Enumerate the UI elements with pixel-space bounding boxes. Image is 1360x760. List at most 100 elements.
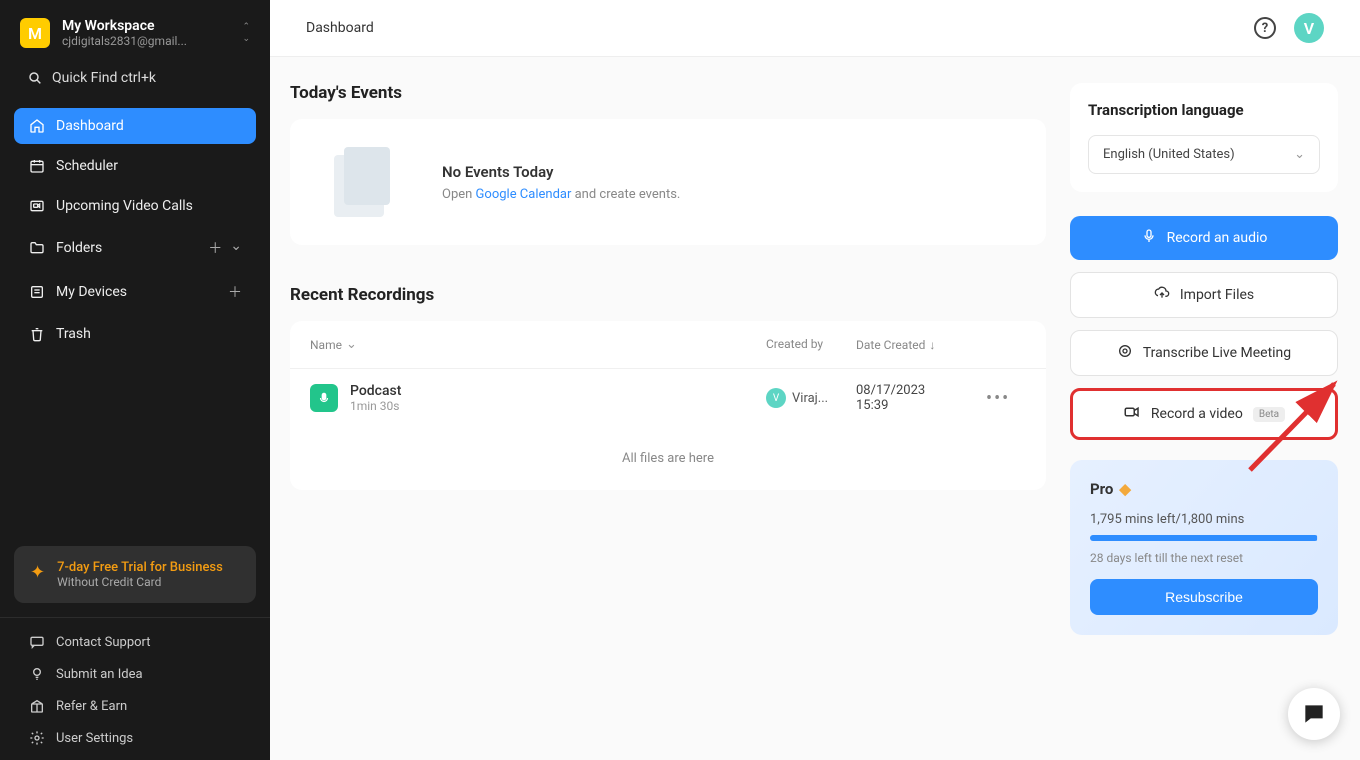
pro-usage: 1,795 mins left/1,800 mins [1090,512,1318,527]
sidebar-item-label: Folders [56,240,198,256]
video-call-icon [28,198,46,214]
sort-down-icon: ↓ [929,338,935,352]
workspace-name: My Workspace [62,18,230,34]
chevron-down-icon: ⌄ [346,337,357,352]
add-device-icon[interactable]: ＋ [228,282,242,302]
trial-subtitle: Without Credit Card [57,575,223,589]
file-type-icon [310,384,338,412]
events-section-title: Today's Events [290,83,1046,103]
footer-label: Submit an Idea [56,667,143,682]
import-files-button[interactable]: Import Files [1070,272,1338,318]
main-area: Dashboard ? V Today's Events No Events T… [270,0,1360,760]
gift-icon [28,698,46,714]
quick-find-button[interactable]: Quick Find ctrl+k [14,62,256,94]
sidebar-item-folders[interactable]: Folders ＋ ⌄ [14,228,256,268]
sidebar-item-scheduler[interactable]: Scheduler [14,148,256,184]
table-header: Name ⌄ Created by Date Created ↓ [290,321,1046,369]
crown-icon: ◆ [1119,480,1131,498]
footer-idea[interactable]: Submit an Idea [14,658,256,690]
footer-label: Contact Support [56,635,151,650]
creator-avatar: V [766,388,786,408]
sidebar-item-trash[interactable]: Trash [14,316,256,352]
sidebar-item-label: Dashboard [56,118,124,134]
events-empty-subtitle: Open Google Calendar and create events. [442,187,680,202]
help-icon[interactable]: ? [1254,17,1276,39]
footer-refer[interactable]: Refer & Earn [14,690,256,722]
sparkle-icon: ✦ [30,562,45,589]
page-title: Dashboard [306,20,374,36]
bulb-icon [28,666,46,682]
google-calendar-link[interactable]: Google Calendar [476,187,572,202]
search-icon [26,70,44,86]
record-audio-button[interactable]: Record an audio [1070,216,1338,260]
mic-icon [1141,228,1157,248]
live-icon [1117,343,1133,363]
sidebar-item-label: Scheduler [56,158,118,174]
workspace-switch-icon[interactable]: ⌃⌄ [242,22,250,44]
workspace-info: My Workspace cjdigitals2831@gmail... [62,18,230,48]
footer-contact[interactable]: Contact Support [14,626,256,658]
sidebar-item-label: My Devices [56,284,218,300]
trial-banner[interactable]: ✦ 7-day Free Trial for Business Without … [14,546,256,603]
sidebar-item-devices[interactable]: My Devices ＋ [14,272,256,312]
events-card: No Events Today Open Google Calendar and… [290,119,1046,245]
transcribe-live-button[interactable]: Transcribe Live Meeting [1070,330,1338,376]
quick-find: Quick Find ctrl+k [0,62,270,108]
footer-label: Refer & Earn [56,699,127,714]
user-avatar[interactable]: V [1294,13,1324,43]
pro-title: Pro ◆ [1090,480,1318,498]
beta-badge: Beta [1253,407,1285,422]
date-cell: 08/17/2023 15:39 [856,383,986,413]
upload-icon [1154,285,1170,305]
sidebar: M My Workspace cjdigitals2831@gmail... ⌃… [0,0,270,760]
table-row[interactable]: Podcast 1min 30s V Viraj... 08/17/2023 1… [290,369,1046,427]
sidebar-nav: Dashboard Scheduler Upcoming Video Calls… [0,108,270,356]
events-empty-title: No Events Today [442,163,680,181]
pro-reset-text: 28 days left till the next reset [1090,551,1318,565]
calendar-icon [28,158,46,174]
chat-icon [28,634,46,650]
column-name[interactable]: Name ⌄ [310,337,766,352]
topbar: Dashboard ? V [270,0,1360,56]
trial-title: 7-day Free Trial for Business [57,560,223,575]
chat-widget-icon[interactable] [1288,688,1340,740]
table-footer: All files are here [290,427,1046,490]
devices-icon [28,284,46,300]
pro-card: Pro ◆ 1,795 mins left/1,800 mins 28 days… [1070,460,1338,635]
folder-icon [28,240,46,256]
recent-section-title: Recent Recordings [290,285,1046,305]
add-folder-icon[interactable]: ＋ [208,238,222,258]
footer-settings[interactable]: User Settings [14,722,256,754]
language-select[interactable]: English (United States) ⌄ [1088,135,1320,174]
chevron-down-icon: ⌄ [1294,147,1305,162]
workspace-email: cjdigitals2831@gmail... [62,34,230,48]
sidebar-item-upcoming[interactable]: Upcoming Video Calls [14,188,256,224]
resubscribe-button[interactable]: Resubscribe [1090,579,1318,615]
column-date[interactable]: Date Created ↓ [856,337,986,352]
column-creator[interactable]: Created by [766,337,856,352]
quick-find-label: Quick Find ctrl+k [52,70,156,86]
sidebar-item-label: Trash [56,326,91,342]
row-actions-icon[interactable]: ••• [986,388,1026,409]
content-area: Today's Events No Events Today Open Goog… [270,56,1360,760]
pro-usage-bar [1090,535,1318,541]
workspace-header[interactable]: M My Workspace cjdigitals2831@gmail... ⌃… [0,0,270,62]
recordings-table: Name ⌄ Created by Date Created ↓ P [290,321,1046,490]
sidebar-item-dashboard[interactable]: Dashboard [14,108,256,144]
trash-icon [28,326,46,342]
expand-folders-icon[interactable]: ⌄ [230,238,242,258]
footer-label: User Settings [56,731,133,746]
events-illustration [314,137,414,227]
sidebar-footer: Contact Support Submit an Idea Refer & E… [0,617,270,760]
camera-icon [1123,403,1141,425]
record-video-button[interactable]: Record a video Beta [1070,388,1338,440]
language-card: Transcription language English (United S… [1070,83,1338,192]
file-duration: 1min 30s [350,399,766,413]
file-name: Podcast [350,383,766,399]
workspace-avatar: M [20,18,50,48]
gear-icon [28,730,46,746]
sidebar-item-label: Upcoming Video Calls [56,198,193,214]
language-title: Transcription language [1088,101,1320,119]
creator-name: Viraj... [792,391,828,406]
home-icon [28,118,46,134]
